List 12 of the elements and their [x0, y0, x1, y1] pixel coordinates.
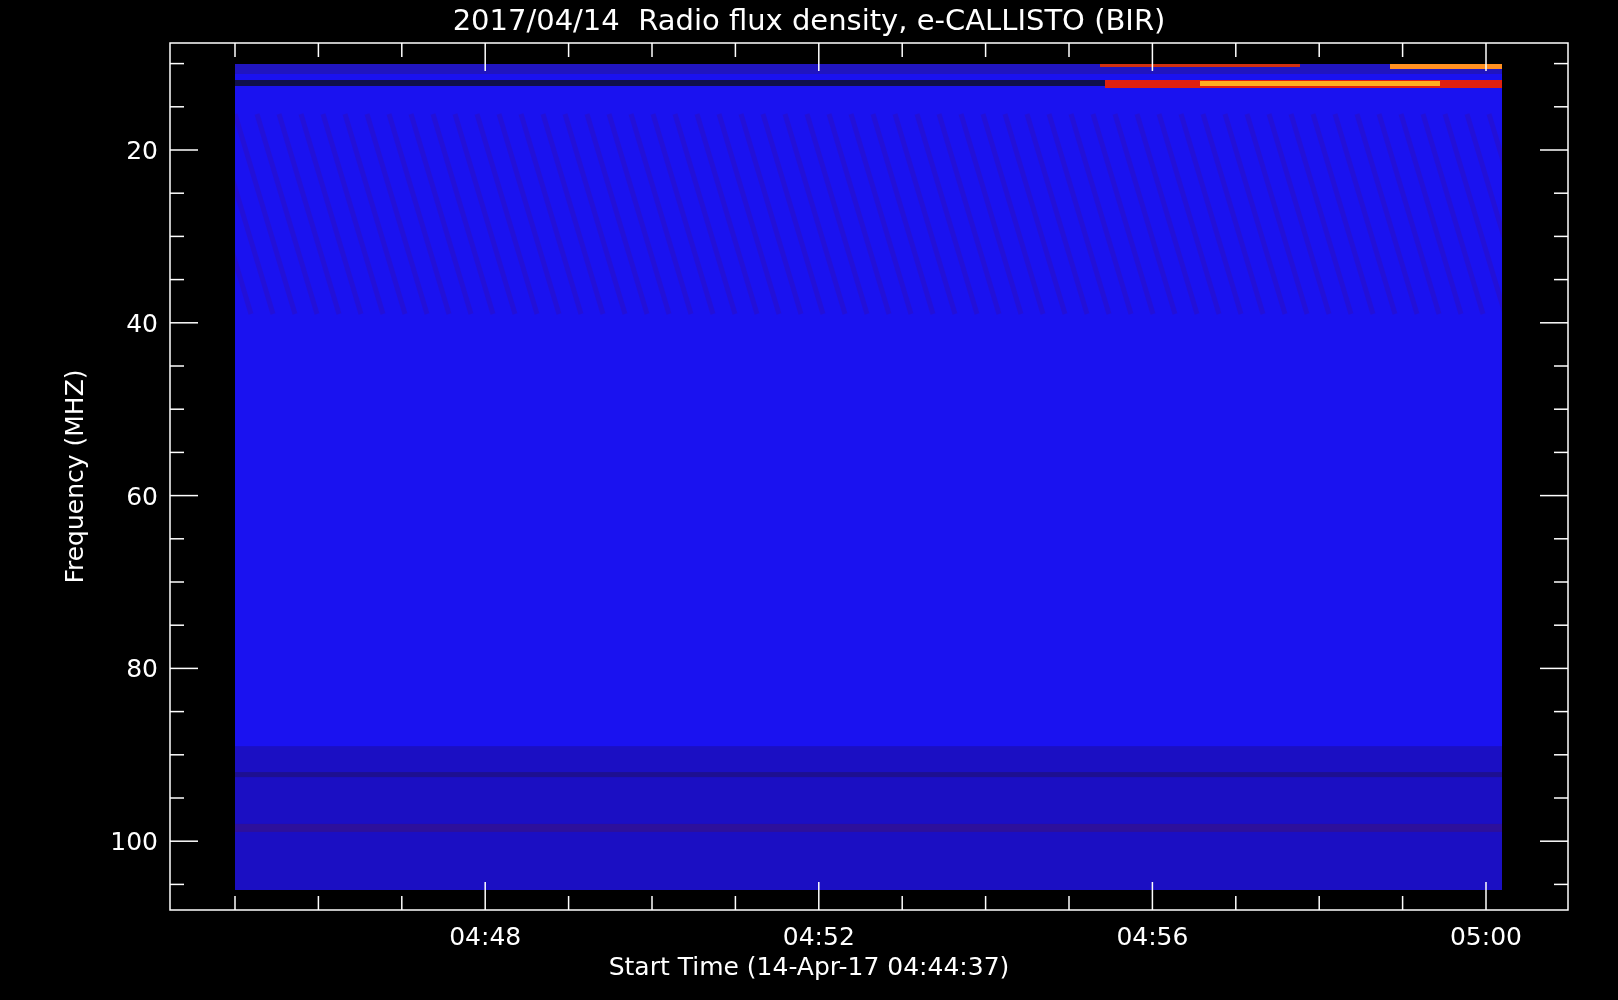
y-tick-label: 20: [126, 136, 158, 165]
x-tick-label: 04:48: [449, 922, 522, 951]
chart-title: 2017/04/14 Radio flux density, e-CALLISTO (BIR): [452, 3, 1166, 37]
x-tick-label: 05:00: [1450, 922, 1522, 951]
x-tick-label: 04:52: [782, 922, 855, 951]
y-tick-label: 60: [126, 481, 158, 511]
y-tick-label: 40: [126, 308, 158, 338]
y-axis-label: Frequency (MHZ): [60, 369, 89, 584]
x-axis-label: Start Time (14-Apr-17 04:44:37): [608, 952, 1010, 981]
x-tick-label: 04:56: [1116, 922, 1189, 951]
y-tick-label: 80: [126, 654, 158, 684]
y-tick-label: 100: [110, 827, 158, 857]
